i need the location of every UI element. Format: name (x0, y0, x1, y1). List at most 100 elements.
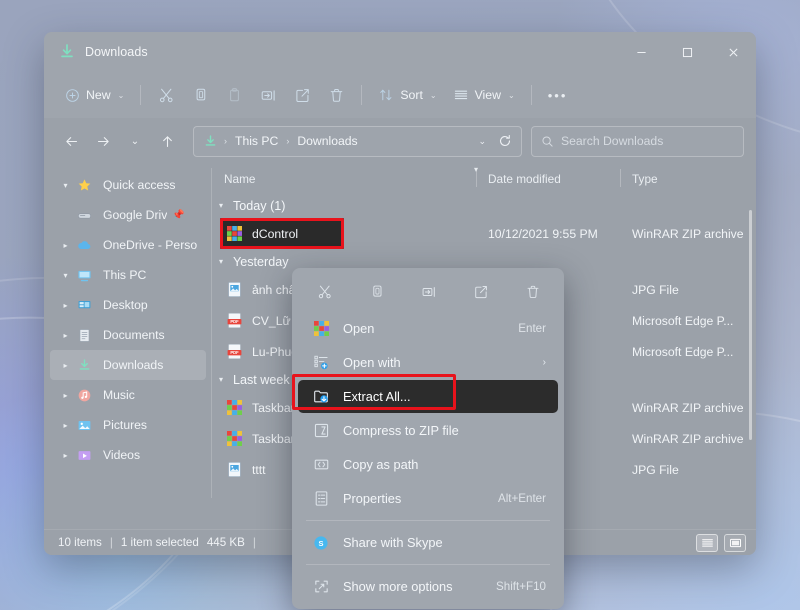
context-menu-label: Share with Skype (343, 535, 546, 550)
close-button[interactable] (710, 32, 756, 72)
ellipsis-icon: ••• (548, 88, 568, 103)
file-type-cell: WinRAR ZIP archive (620, 432, 756, 446)
sidebar-item-documents[interactable]: ▸ Documents (50, 320, 206, 350)
context-menu-accelerator: Shift+F10 (496, 580, 546, 593)
selection-label: 1 item selected (121, 536, 199, 549)
search-input[interactable]: Search Downloads (531, 126, 744, 157)
context-menu-item-open[interactable]: Open Enter (298, 312, 558, 345)
more-options-button[interactable]: ••• (541, 79, 575, 111)
rename-icon (260, 87, 277, 104)
delete-button[interactable] (518, 277, 548, 307)
chevron-right-icon[interactable]: ▸ (58, 361, 73, 370)
large-icons-view-icon[interactable] (724, 534, 746, 552)
chevron-right-icon[interactable]: ▸ (58, 421, 73, 430)
toolbar-divider (531, 85, 532, 105)
sidebar-item-desktop[interactable]: ▸ Desktop (50, 290, 206, 320)
breadcrumb-this-pc[interactable]: This PC (231, 132, 282, 150)
file-type-cell: WinRAR ZIP archive (620, 401, 756, 415)
pin-icon[interactable]: 📌 (172, 210, 184, 221)
address-bar[interactable]: › This PC › Downloads ⌄ (193, 126, 522, 157)
chevron-right-icon[interactable]: ▸ (58, 331, 73, 340)
sort-button-label: Sort (400, 88, 423, 102)
sidebar-label: Google Driv (103, 208, 167, 222)
column-header-type[interactable]: Type (620, 164, 756, 193)
desktop-background: Downloads New ⌄ (0, 0, 800, 610)
table-row[interactable]: dControl 10/12/2021 9:55 PM WinRAR ZIP a… (212, 218, 756, 249)
up-button[interactable] (152, 126, 182, 156)
minimize-button[interactable] (618, 32, 664, 72)
context-menu-item-copy-as-path[interactable]: Copy as path (298, 448, 558, 481)
chevron-down-icon[interactable]: ▾ (58, 271, 73, 280)
context-menu-label: Properties (343, 491, 485, 506)
sidebar-item-downloads[interactable]: ▸ Downloads (50, 350, 206, 380)
status-separator: | (110, 536, 113, 549)
sort-button[interactable]: Sort ⌄ (371, 79, 443, 111)
rename-button[interactable] (414, 277, 444, 307)
chevron-down-icon: ⌄ (508, 91, 515, 100)
chevron-right-icon[interactable]: ▸ (58, 241, 73, 250)
context-menu-item-compress-to-zip[interactable]: Compress to ZIP file (298, 414, 558, 447)
rename-button[interactable] (252, 79, 284, 111)
refresh-icon[interactable] (495, 134, 515, 148)
context-menu-label: Copy as path (343, 457, 546, 472)
context-menu-item-open-with[interactable]: Open with › (298, 346, 558, 379)
chevron-down-icon[interactable]: ▾ (58, 181, 73, 190)
file-type-cell: JPG File (620, 283, 756, 297)
chevron-right-icon[interactable]: ▸ (58, 451, 73, 460)
column-header-name[interactable]: Name (212, 164, 476, 193)
arrow-right-icon (96, 134, 111, 149)
chevron-down-icon[interactable]: ▾ (214, 257, 228, 266)
chevron-down-icon[interactable]: ▾ (214, 375, 228, 384)
context-menu-item-share-with-skype[interactable]: S Share with Skype (298, 526, 558, 559)
paste-button[interactable] (218, 79, 250, 111)
context-menu-item-extract-all[interactable]: Extract All... (298, 380, 558, 413)
sidebar-item-pictures[interactable]: ▸ Pictures (50, 410, 206, 440)
window-controls (618, 32, 756, 72)
share-button[interactable] (466, 277, 496, 307)
documents-icon (76, 327, 93, 344)
breadcrumb-downloads[interactable]: Downloads (293, 132, 361, 150)
maximize-button[interactable] (664, 32, 710, 72)
forward-button[interactable] (88, 126, 118, 156)
sidebar-item-google-drive[interactable]: ▸ Google Driv 📌 (50, 200, 206, 230)
music-icon (76, 387, 93, 404)
delete-button[interactable] (320, 79, 352, 111)
details-view-icon[interactable] (696, 534, 718, 552)
group-header-today[interactable]: ▾ Today (1) (212, 193, 756, 218)
copy-path-icon (312, 456, 330, 474)
new-button[interactable]: New ⌄ (58, 79, 131, 111)
videos-icon (76, 447, 93, 464)
chevron-right-icon[interactable]: ▸ (58, 301, 73, 310)
cut-button[interactable] (150, 79, 182, 111)
sidebar-item-music[interactable]: ▸ Music (50, 380, 206, 410)
sidebar-item-quick-access[interactable]: ▾ Quick access (50, 170, 206, 200)
share-button[interactable] (286, 79, 318, 111)
group-header-label: Yesterday (233, 255, 289, 269)
back-button[interactable] (56, 126, 86, 156)
compress-zip-icon (312, 422, 330, 440)
context-menu-label: Show more options (343, 579, 483, 594)
search-placeholder: Search Downloads (561, 134, 663, 148)
show-more-icon (312, 578, 330, 596)
desktop-icon (76, 297, 93, 314)
svg-text:PDF: PDF (230, 350, 239, 355)
context-menu-item-show-more-options[interactable]: Show more options Shift+F10 (298, 570, 558, 603)
sidebar-item-videos[interactable]: ▸ Videos (50, 440, 206, 470)
sidebar-item-onedrive[interactable]: ▸ OneDrive - Perso (50, 230, 206, 260)
recent-locations-button[interactable]: ⌄ (120, 126, 150, 156)
column-header-date-modified[interactable]: Date modified (476, 164, 620, 193)
chevron-right-icon[interactable]: ▸ (58, 391, 73, 400)
sidebar-item-this-pc[interactable]: ▾ This PC (50, 260, 206, 290)
chevron-down-icon[interactable]: ▾ (214, 201, 228, 210)
file-type-cell: Microsoft Edge P... (620, 345, 756, 359)
context-menu-icon-row (296, 273, 560, 311)
copy-button[interactable] (184, 79, 216, 111)
chevron-down-icon[interactable]: ⌄ (473, 136, 491, 147)
chevron-down-icon: ⌄ (430, 91, 437, 100)
cut-button[interactable] (310, 277, 340, 307)
context-menu-label: Compress to ZIP file (343, 423, 546, 438)
context-menu-item-properties[interactable]: Properties Alt+Enter (298, 482, 558, 515)
copy-button[interactable] (362, 277, 392, 307)
pc-icon (76, 267, 93, 284)
view-button[interactable]: View ⌄ (446, 79, 522, 111)
